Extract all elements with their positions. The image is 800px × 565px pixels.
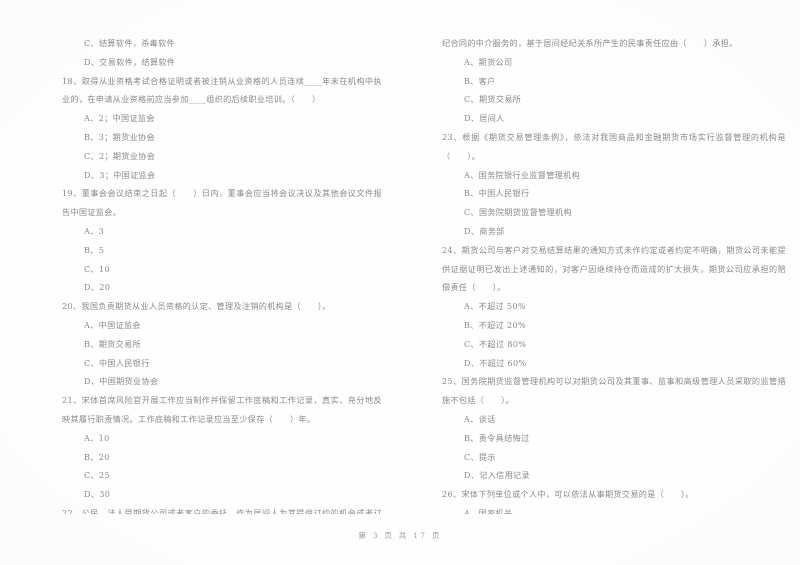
question-option: C、中国人民银行 [84, 357, 150, 368]
question-option: B、20 [84, 451, 110, 462]
question-option: D、记入信用记录 [464, 470, 530, 481]
question-option: C、结算软件，杀毒软件 [84, 38, 175, 48]
question-option: C、25 [84, 470, 110, 481]
question-option: A、期货公司 [464, 56, 513, 67]
left-text-column: C、结算软件，杀毒软件 D、交易软件，结算软件 18、取得从业资格考试合格证明或者被… [0, 34, 400, 514]
question-option: B、期货交易所 [84, 338, 141, 349]
question-stem: 纪合同的中介服务的，基于居间经纪关系所产生的民事责任应由（ ）承担。 [442, 38, 738, 48]
question-option: A、谈话 [464, 413, 496, 424]
question-option: D、20 [84, 282, 111, 293]
question-option: B、3；期货业协会 [84, 131, 155, 142]
document-page: C、结算软件，杀毒软件 D、交易软件，结算软件 18、取得从业资格考试合格证明或者被… [0, 0, 800, 565]
question-option: C、期货交易所 [464, 94, 522, 105]
question-option: B、中国人民银行 [464, 188, 530, 199]
question-stem: 19、董事会会议结束之日起（ ）日内，董事会应当将会议决议及其他会议文件报告中国… [62, 188, 382, 218]
question-option: A、3 [84, 225, 105, 236]
question-option: B、5 [84, 244, 105, 255]
question-option: A、2；中国证监会 [84, 113, 155, 124]
question-option: D、3；中国证监会 [84, 169, 156, 180]
question-stem: 20、我国负责期货从业人员资格的认定、管理及注销的机构是（ ）。 [62, 301, 331, 312]
question-option: A、10 [84, 432, 110, 443]
right-text-column: 纪合同的中介服务的，基于居间经纪关系所产生的民事责任应由（ ）承担。 A、期货公司… [400, 34, 800, 514]
question-option: D、不超过 60% [464, 357, 527, 368]
two-column-body: C、结算软件，杀毒软件 D、交易软件，结算软件 18、取得从业资格考试合格证明或者被… [0, 34, 800, 514]
question-stem: 22、公民、法人受期货公司或者客户的委托，作为居间人为其提供订约的机会或者订立期… [62, 507, 382, 514]
question-option: D、商务部 [464, 225, 505, 236]
question-stem: 26、宋体下列单位或个人中，可以依法从事期货交易的是（ ）。 [442, 489, 694, 500]
question-option: D、30 [84, 489, 111, 500]
question-option: A、不超过 50% [464, 301, 526, 312]
question-option: D、中国期货业协会 [84, 376, 159, 387]
question-option: A、中国证监会 [84, 319, 141, 330]
question-option: C、提示 [464, 451, 496, 462]
question-stem: 25、国务院期货监督管理机构可以对期货公司及其董事、监事和高级管理人员采取的监管… [442, 376, 786, 406]
question-option: A、国务院银行业监督管理机构 [464, 169, 580, 180]
question-option: B、不超过 20% [464, 319, 527, 330]
question-option: A、国家机关 [464, 507, 513, 514]
question-option: B、责令具结悔过 [464, 432, 530, 443]
question-option: C、2；期货业协会 [84, 150, 156, 161]
question-stem: 21、宋体首席风险官开展工作应当制作并保留工作底稿和工作记录，真实、充分地反映其… [62, 395, 382, 424]
question-stem: 24、期货公司与客户对交易结算结果的通知方式未作约定或者约定不明确，期货公司未能… [442, 244, 786, 293]
question-option: D、交易软件，结算软件 [84, 56, 176, 67]
question-option: D、居间人 [464, 113, 505, 124]
page-footer: 第 3 页 共 17 页 [358, 531, 442, 540]
question-option: C、不超过 80% [464, 338, 527, 349]
question-option: B、客户 [464, 75, 496, 86]
question-stem: 18、取得从业资格考试合格证明或者被注销从业资格的人员连续____年未在机构中执… [62, 75, 382, 105]
question-option: C、国务院期货监督管理机构 [464, 207, 572, 218]
question-stem: 23、根据《期货交易管理条例》，依法对我国商品和金融期货市场实行监督管理的机构是… [442, 131, 786, 161]
question-option: C、10 [84, 263, 110, 274]
